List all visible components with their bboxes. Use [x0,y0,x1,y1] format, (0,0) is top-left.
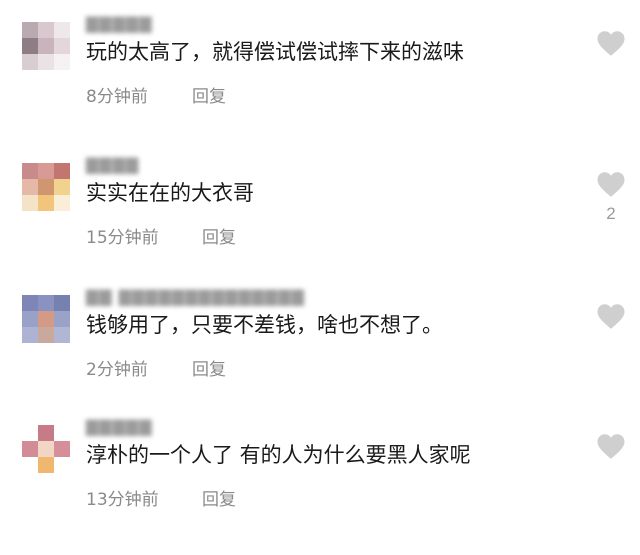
comment-item: ▇▇ ▇▇▇▇▇▇▇▇▇▇▇▇▇▇ 钱够用了，只要不差钱，啥也不想了。 2分钟前… [0,287,640,425]
comment-item: ▇▇▇▇▇ 淳朴的一个人了 有的人为什么要黑人家呢 13分钟前 回复 [0,417,640,555]
username[interactable]: ▇▇▇▇▇ [86,14,153,33]
comment-text: 钱够用了，只要不差钱，啥也不想了。 [86,313,443,337]
username[interactable]: ▇▇ ▇▇▇▇▇▇▇▇▇▇▇▇▇▇ [86,287,305,306]
username[interactable]: ▇▇▇▇ [86,155,139,174]
reply-button[interactable]: 回复 [202,223,236,248]
comment-text: 玩的太高了，就得偿试偿试摔下来的滋味 [86,40,464,64]
like-button[interactable]: 2 [594,171,628,224]
like-button[interactable] [594,433,628,466]
avatar[interactable] [22,22,70,70]
reply-button[interactable]: 回复 [192,355,226,380]
heart-icon [594,433,628,460]
heart-icon [594,30,628,57]
reply-button[interactable]: 回复 [192,82,226,107]
comment-time: 8分钟前 [86,87,148,107]
avatar[interactable] [22,425,70,473]
comment-text: 淳朴的一个人了 有的人为什么要黑人家呢 [86,443,471,467]
comment-time: 2分钟前 [86,360,148,380]
comment-text: 实实在在的大衣哥 [86,181,254,205]
avatar[interactable] [22,295,70,343]
avatar[interactable] [22,163,70,211]
like-button[interactable] [594,30,628,63]
reply-button[interactable]: 回复 [202,485,236,510]
like-button[interactable] [594,303,628,336]
heart-icon [594,303,628,330]
comment-time: 15分钟前 [86,228,159,248]
comment-item: ▇▇▇▇ 实实在在的大衣哥 15分钟前 回复 2 [0,155,640,293]
like-count: 2 [606,204,616,223]
comment-item: ▇▇▇▇▇ 玩的太高了，就得偿试偿试摔下来的滋味 8分钟前 回复 [0,14,640,152]
username[interactable]: ▇▇▇▇▇ [86,417,153,436]
comment-time: 13分钟前 [86,490,159,510]
heart-icon [594,171,628,198]
